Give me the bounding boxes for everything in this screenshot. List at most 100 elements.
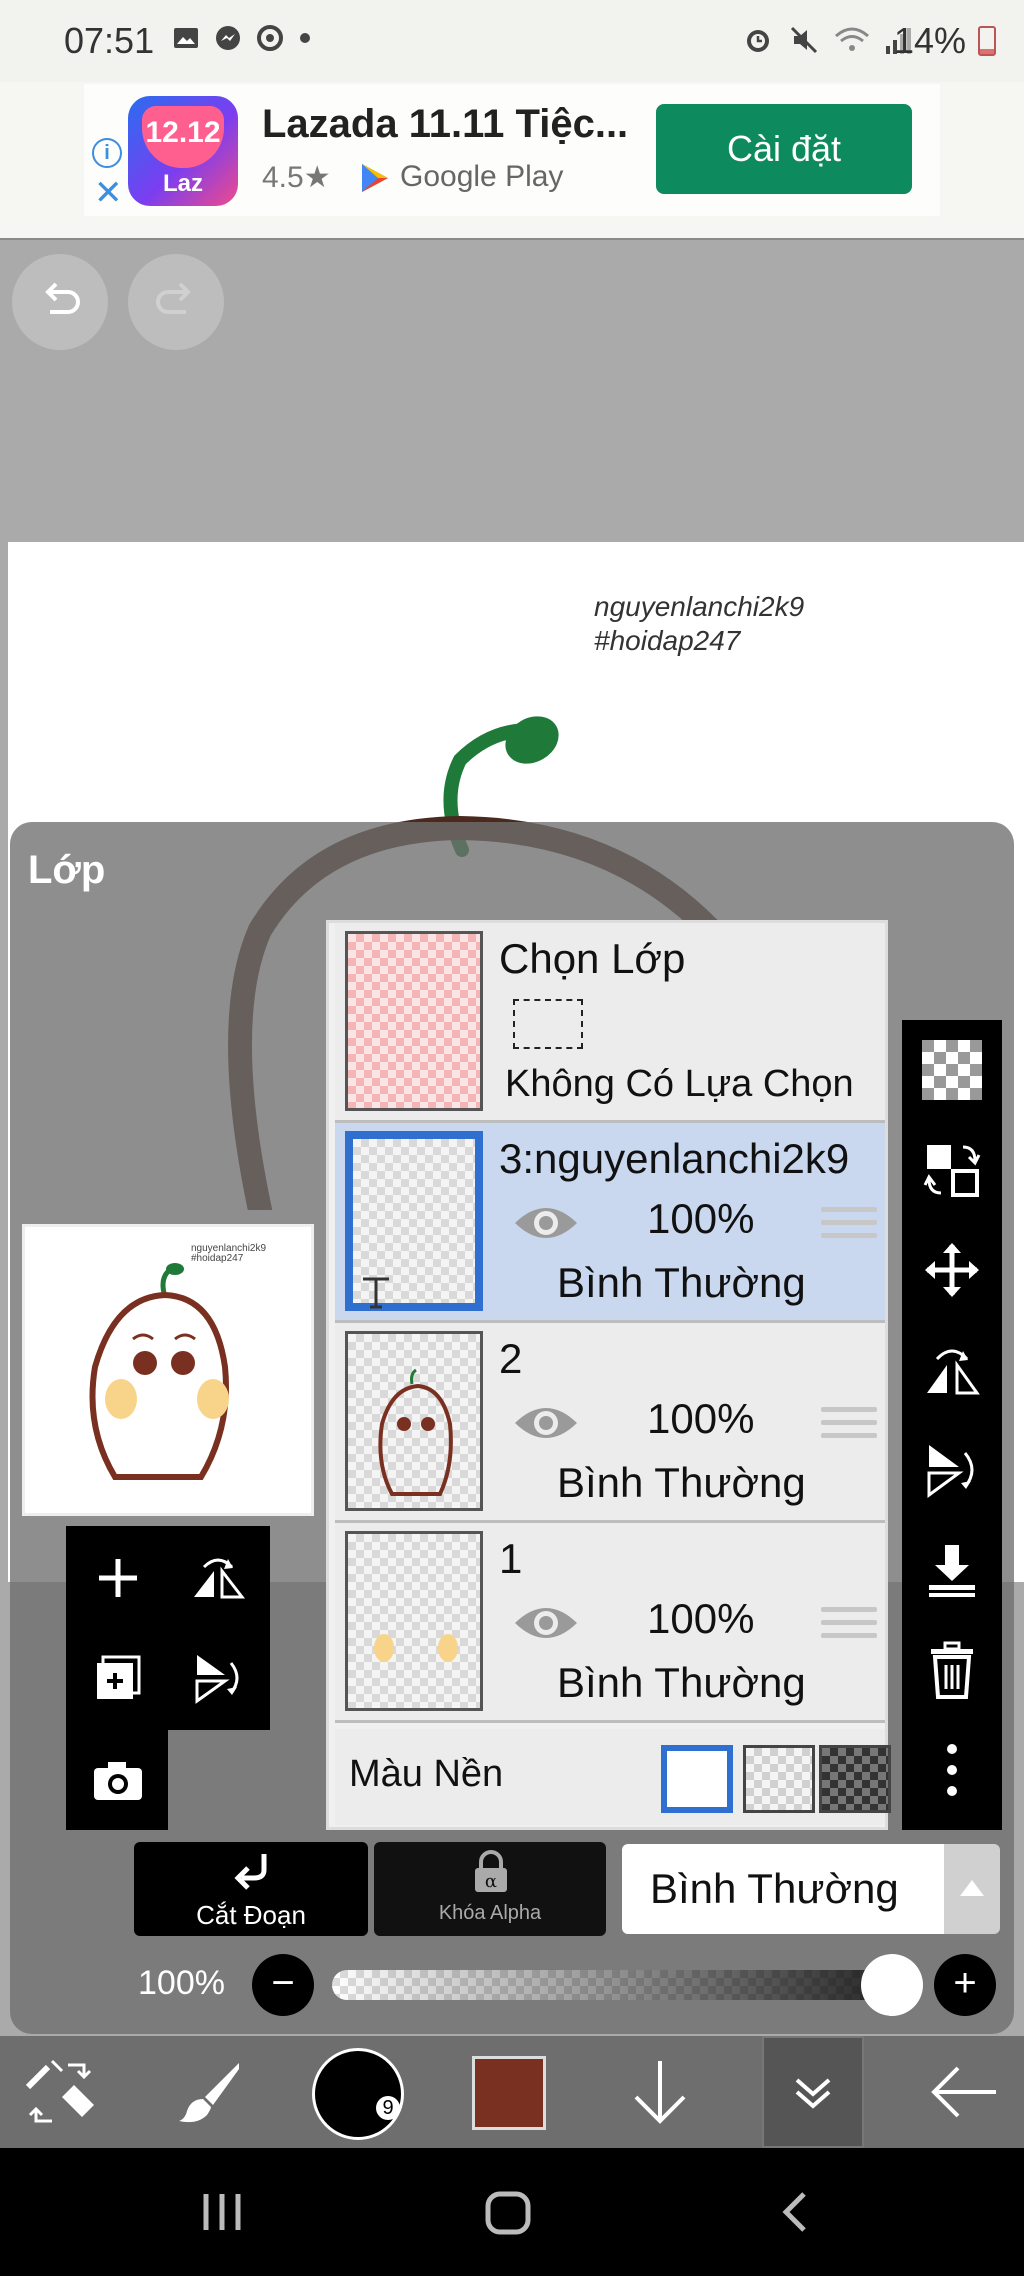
checkerboard-icon [922, 1040, 982, 1100]
recent-apps-icon[interactable] [200, 2184, 244, 2240]
mute-icon [790, 26, 818, 54]
flip-vertical-layer-button[interactable] [902, 1420, 1002, 1520]
clipping-button[interactable]: Cắt Đoạn [134, 1842, 368, 1936]
flip-horizontal-button[interactable] [168, 1528, 268, 1628]
camera-icon [94, 1762, 142, 1800]
eye-icon[interactable] [511, 1399, 581, 1447]
drag-handle-icon[interactable] [821, 1207, 877, 1246]
undo-button[interactable] [12, 254, 108, 350]
canvas-preview[interactable]: nguyenlanchi2k9 #hoidap247 [22, 1224, 314, 1516]
plus-icon [99, 1559, 137, 1597]
layer-row-1[interactable]: 1 100% Bình Thường [335, 1523, 885, 1723]
merge-down-button[interactable] [902, 1520, 1002, 1620]
android-navigation-bar [0, 2148, 1024, 2276]
opacity-increase-button[interactable]: + [934, 1954, 996, 2016]
home-icon[interactable] [484, 2184, 532, 2240]
logo-text-top: 12.12 [145, 116, 221, 149]
back-nav-icon[interactable] [776, 2184, 812, 2240]
duplicate-layer-button[interactable] [68, 1628, 168, 1728]
selection-layer-thumbnail [345, 931, 483, 1111]
camera-button[interactable] [68, 1730, 168, 1830]
background-dark-checker-swatch[interactable] [819, 1745, 891, 1813]
preview-drawing: nguyenlanchi2k9 #hoidap247 [89, 1243, 266, 1480]
flip-horizontal-layer-button[interactable] [902, 1320, 1002, 1420]
layer-row-2[interactable]: 2 100% Bình Thường [335, 1323, 885, 1523]
redo-button[interactable] [128, 254, 224, 350]
brush-size-button[interactable] [312, 2048, 404, 2140]
lazada-logo[interactable]: 12.12 Laz [128, 96, 238, 206]
opacity-slider[interactable] [332, 1970, 892, 2000]
move-icon [925, 1243, 979, 1297]
layer-3-thumbnail[interactable] [345, 1131, 483, 1311]
flip-horizontal-icon [927, 1349, 980, 1395]
ad-title[interactable]: Lazada 11.11 Tiệc... [262, 102, 628, 147]
eye-icon[interactable] [511, 1599, 581, 1647]
layer-1-thumbnail[interactable] [345, 1531, 483, 1711]
flip-vertical-button[interactable] [168, 1628, 268, 1728]
selection-layer-row[interactable]: Chọn Lớp Không Có Lựa Chọn [335, 923, 885, 1123]
system-icons [742, 24, 914, 56]
alarm-icon [747, 30, 769, 52]
color-picker-button[interactable] [472, 2056, 546, 2130]
alpha-lock-label: Khóa Alpha [438, 1902, 542, 1924]
layer-row-3[interactable]: 3:nguyenlanchi2k9 100% Bình Thường [335, 1123, 885, 1323]
more-options-button[interactable] [902, 1720, 1002, 1820]
eye-icon[interactable] [511, 1199, 581, 1247]
battery-icon [978, 26, 996, 56]
transparent-fill-button[interactable] [902, 1020, 1002, 1120]
background-transparent-swatch[interactable] [743, 1745, 815, 1813]
swap-layer-button[interactable] [902, 1120, 1002, 1220]
move-button[interactable] [902, 1220, 1002, 1320]
layers-button[interactable] [762, 2036, 864, 2148]
logo-text-bottom: Laz [162, 170, 203, 197]
selection-status: Không Có Lựa Chọn [505, 1063, 854, 1105]
tool-switch-button[interactable] [0, 2036, 120, 2148]
status-bar: 07:51 14% [0, 0, 1024, 82]
background-color-row: Màu Nền [335, 1729, 891, 1825]
wifi-icon [835, 27, 869, 51]
selection-layer-name: Chọn Lớp [499, 935, 686, 982]
blend-mode-dropdown-arrow-icon[interactable] [944, 1844, 1000, 1934]
layer-1-preview [374, 1634, 458, 1662]
layer-list: Chọn Lớp Không Có Lựa Chọn 3:nguyenlanch… [326, 920, 891, 1830]
layer-tools-block [66, 1526, 270, 1730]
layer-3-opacity: 100% [647, 1195, 755, 1242]
brush-eraser-swap-icon [25, 2059, 94, 2123]
blend-mode-select[interactable]: Bình Thường [622, 1844, 944, 1934]
move-layer-down-button[interactable] [600, 2036, 720, 2148]
ad-close-icon[interactable]: ✕ [94, 176, 123, 210]
add-layer-button[interactable] [68, 1528, 168, 1628]
more-dot-icon [300, 33, 310, 43]
alpha-lock-button[interactable]: α Khóa Alpha [374, 1842, 606, 1936]
flip-vertical-icon [927, 1445, 974, 1498]
back-button[interactable] [904, 2036, 1024, 2148]
ad-rating: 4.5★ [262, 161, 331, 194]
opacity-slider-handle[interactable] [861, 1954, 923, 2016]
drag-handle-icon[interactable] [821, 1407, 877, 1446]
background-color-label: Màu Nền [349, 1753, 504, 1795]
trash-icon [931, 1641, 973, 1699]
layer-1-blend-mode: Bình Thường [557, 1659, 806, 1706]
battery-percent: 14% [893, 20, 966, 61]
lock-icon: α [475, 1850, 507, 1892]
opacity-label: 100% [138, 1964, 225, 2002]
google-play-icon [362, 164, 388, 192]
background-white-swatch[interactable] [661, 1745, 733, 1813]
arrow-down-icon [634, 2061, 686, 2124]
more-vertical-icon [947, 1744, 957, 1796]
install-button[interactable]: Cài đặt [656, 104, 912, 194]
brush-tool-button[interactable] [150, 2036, 270, 2148]
drag-handle-icon[interactable] [821, 1607, 877, 1646]
layer-3-blend-mode: Bình Thường [557, 1259, 806, 1306]
swap-icon [923, 1145, 981, 1197]
status-time: 07:51 [64, 20, 155, 61]
ad-info-icon[interactable]: i [92, 138, 122, 168]
svg-text:#hoidap247: #hoidap247 [191, 1253, 244, 1264]
canvas-watermark-text: nguyenlanchi2k9 #hoidap247 [594, 590, 804, 658]
layer-tools-block-bottom [66, 1730, 168, 1830]
opacity-decrease-button[interactable]: − [252, 1954, 314, 2016]
watermark-line1: nguyenlanchi2k9 [594, 591, 805, 622]
layer-2-thumbnail[interactable] [345, 1331, 483, 1511]
delete-layer-button[interactable] [902, 1620, 1002, 1720]
ad-banner[interactable]: i ✕ 12.12 Laz Lazada 11.11 Tiệc... 4.5★ … [0, 82, 1024, 240]
